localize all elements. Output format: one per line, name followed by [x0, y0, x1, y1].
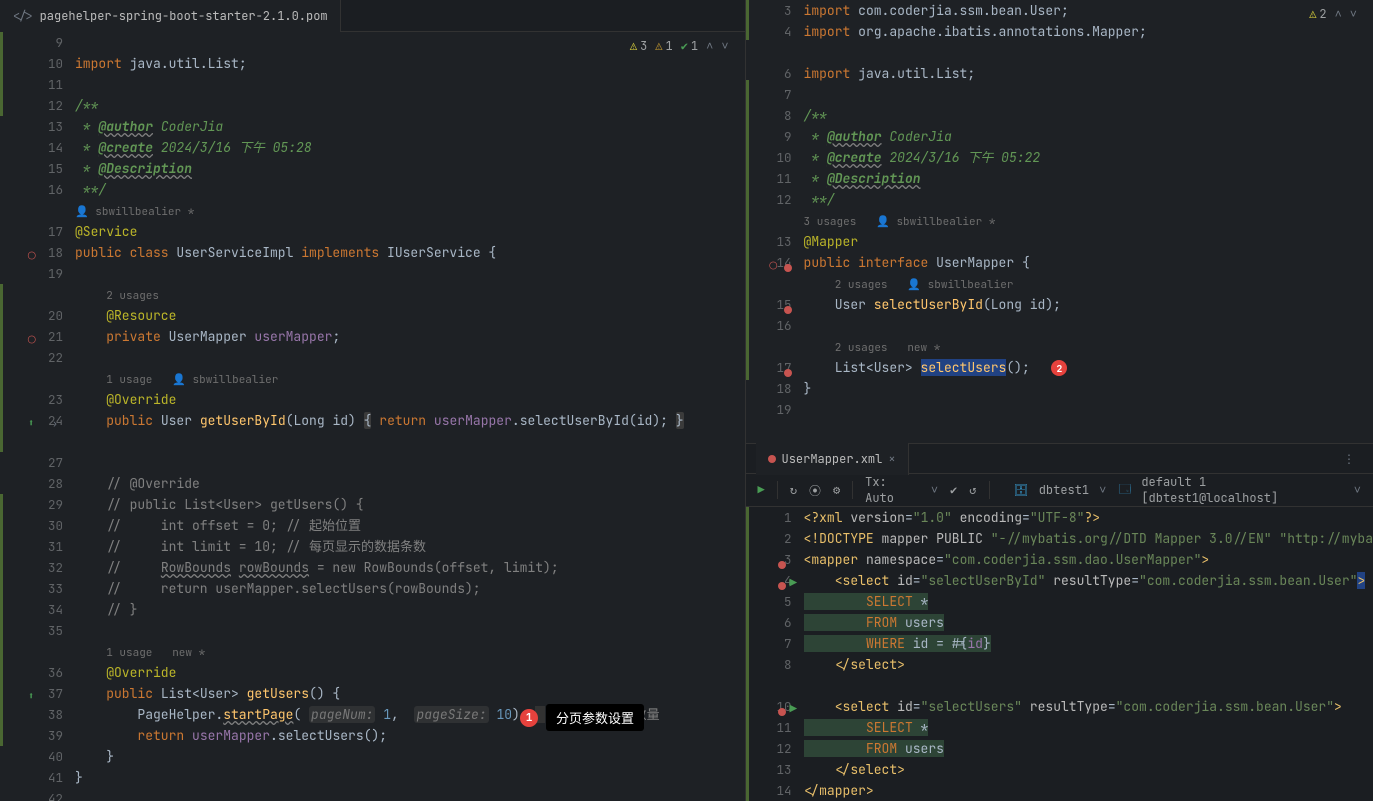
datasource-dropdown[interactable]: 🗄dbtest1 ˅	[1013, 482, 1106, 498]
tab-label: pagehelper-spring-boot-starter-2.1.0.pom	[40, 8, 328, 24]
nav-up-icon[interactable]: ˄	[1335, 6, 1342, 22]
commit-icon[interactable]: ✔	[950, 482, 957, 498]
sql-toolbar: ▶ ↻ ⦿ ⚙ Tx: Auto ˅ ✔ ↺ 🗄dbtest1 ˅ 🗔defau…	[746, 474, 1373, 507]
warning-icon: ⚠	[1309, 6, 1316, 22]
callout-1: 1 分页参数设置	[520, 704, 644, 731]
right-gutter[interactable]: 3 4 6 7 8 9 10 11 12 13 14 ◯ 15 16 17 18	[746, 0, 802, 443]
tab-pom-file[interactable]: </> pagehelper-spring-boot-starter-2.1.0…	[0, 0, 341, 32]
xml-tab-bar: UserMapper.xml × ⋮	[746, 444, 1373, 474]
left-gutter[interactable]: 9 10 11 12 13 14 15 16 17 18 ◯ 19 20 21 …	[0, 32, 73, 801]
ide-root: </> pagehelper-spring-boot-starter-2.1.0…	[0, 0, 1373, 801]
nav-down-icon[interactable]: ˅	[1350, 6, 1357, 22]
right-pane: ⚠2 ˄ ˅ 3 4 6 7 8 9 10 11 12 13 14 ◯	[746, 0, 1373, 801]
callout-2-number: 2	[1051, 360, 1067, 376]
nav-up-icon[interactable]: ˄	[706, 38, 713, 54]
history-icon[interactable]: ↻	[790, 482, 797, 498]
xml-file-icon: </>	[12, 8, 34, 24]
close-tab-icon[interactable]: ×	[888, 451, 895, 467]
tab-menu-icon[interactable]: ⋮	[1343, 451, 1363, 467]
nav-down-icon[interactable]: ˅	[721, 38, 728, 54]
left-inspection-widget[interactable]: ⚠3 ⚠1 ✔1 ˄ ˅	[630, 38, 729, 54]
right-inspection-widget[interactable]: ⚠2 ˄ ˅	[1309, 6, 1357, 22]
run-sql-icon[interactable]: ▶	[790, 572, 798, 593]
tx-mode-dropdown[interactable]: Tx: Auto ˅	[865, 474, 938, 506]
xml-code-editor[interactable]: 1 2 3 4 ▶ 5 6 7 8 10 ▶ 11 12 13 14 <?xm	[746, 507, 1373, 801]
run-sql-icon[interactable]: ▶	[790, 698, 798, 719]
tab-usermapper-xml[interactable]: UserMapper.xml ×	[756, 443, 909, 475]
run-icon[interactable]: ▶	[758, 482, 765, 498]
left-code-editor[interactable]: ⚠3 ⚠1 ✔1 ˄ ˅ 9 10 11 12 13 14 15 16 1	[0, 32, 745, 801]
right-top-editor[interactable]: ⚠2 ˄ ˅ 3 4 6 7 8 9 10 11 12 13 14 ◯	[746, 0, 1373, 443]
callout-1-number: 1	[520, 709, 538, 727]
override-icon[interactable]: ⬆	[28, 412, 34, 433]
ok-icon: ✔	[681, 38, 688, 54]
weak-warning-icon: ⚠	[655, 38, 662, 54]
tab-label: UserMapper.xml	[782, 451, 883, 467]
xml-code-area[interactable]: <?xml version="1.0" encoding="UTF-8"?> <…	[802, 507, 1373, 801]
right-code-area[interactable]: import com.coderjia.ssm.bean.User; impor…	[802, 0, 1373, 443]
callout-1-label: 分页参数设置	[546, 704, 644, 731]
xml-gutter[interactable]: 1 2 3 4 ▶ 5 6 7 8 10 ▶ 11 12 13 14	[746, 507, 802, 801]
left-code-area[interactable]: import java.util.List; /** * @author Cod…	[73, 32, 745, 801]
left-editor-pane: </> pagehelper-spring-boot-starter-2.1.0…	[0, 0, 746, 801]
console-icon: 🗔	[1118, 480, 1131, 501]
database-icon: 🗄	[1013, 482, 1028, 498]
right-bottom-editor: UserMapper.xml × ⋮ ▶ ↻ ⦿ ⚙ Tx: Auto ˅ ✔ …	[746, 443, 1373, 801]
warning-icon: ⚠	[630, 38, 637, 54]
override-icon[interactable]: ⬆	[28, 685, 34, 706]
xml-file-icon	[768, 451, 776, 467]
left-tab-bar: </> pagehelper-spring-boot-starter-2.1.0…	[0, 0, 745, 32]
rollback-icon[interactable]: ⦿	[809, 482, 821, 499]
settings-icon[interactable]: ⚙	[833, 482, 840, 498]
console-dropdown[interactable]: 🗔default 1 [dbtest1@localhost] ˅	[1118, 474, 1361, 506]
rollback2-icon[interactable]: ↺	[969, 482, 976, 498]
